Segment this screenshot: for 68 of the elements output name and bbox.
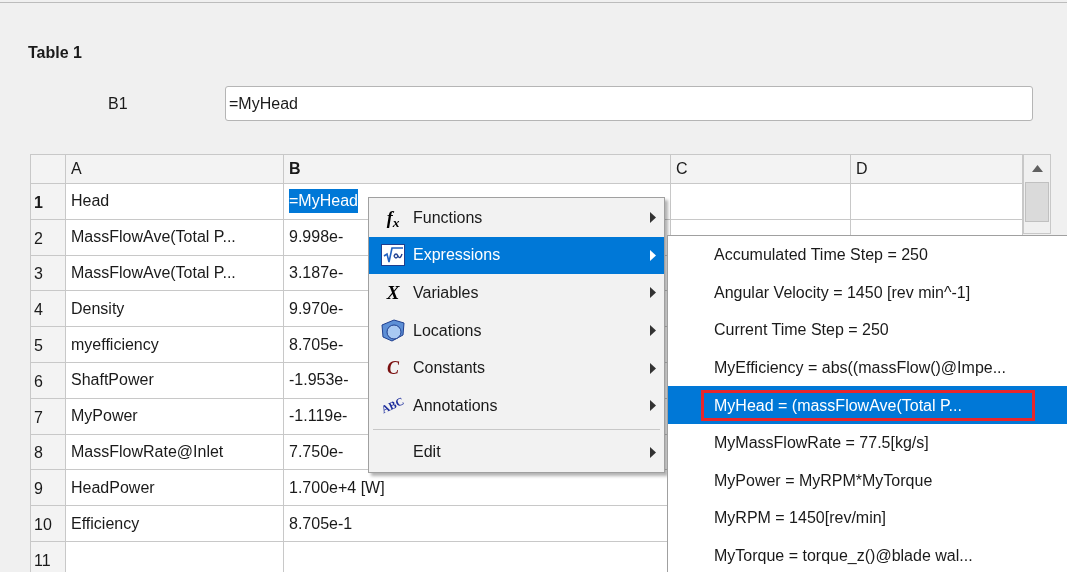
table-cell-text: Efficiency: [71, 513, 140, 534]
submenu-arrow-icon: [650, 362, 656, 374]
table-cell: =MyHead: [289, 189, 358, 214]
table-cell-text: 8.705e-: [289, 334, 344, 355]
menu-item[interactable]: C Constants: [369, 349, 664, 387]
row-header[interactable]: 6: [31, 363, 66, 399]
menu-glyph-icon: ABC: [380, 395, 406, 416]
table-cell-text: ShaftPower: [71, 370, 154, 391]
table-cell-text: -1.953e-: [289, 370, 349, 391]
cell-reference-label: B1: [108, 93, 129, 114]
table-cell-text: 8.705e-1: [289, 513, 353, 534]
square-root-icon: [381, 244, 405, 267]
menu-item[interactable]: ABC Annotations: [369, 386, 664, 425]
row-header[interactable]: 3: [31, 255, 66, 292]
submenu-arrow-icon: [650, 212, 656, 224]
row-header[interactable]: 1: [31, 184, 66, 220]
submenu-item[interactable]: MyPower = MyRPM*MyTorque: [668, 461, 1067, 500]
table-cell-text: 9.998e-: [289, 227, 344, 248]
table-cell-text: 1.700e+4 [W]: [289, 477, 385, 498]
submenu-item[interactable]: MyRPM = 1450[rev/min]: [668, 499, 1067, 537]
table-cell-text: -1.119e-: [289, 406, 348, 427]
submenu-item[interactable]: MyEfficiency = abs((massFlow()@Impe...: [668, 348, 1067, 387]
row-header[interactable]: 4: [31, 291, 66, 328]
row-header[interactable]: 10: [31, 506, 66, 542]
submenu-arrow-icon: [650, 325, 656, 337]
table-cell-text: MassFlowAve(Total P...: [71, 227, 236, 248]
panel-title: Table 1: [28, 43, 82, 63]
row-header[interactable]: 2: [31, 219, 66, 256]
table-cell-text: myefficiency: [71, 334, 159, 355]
scroll-thumb[interactable]: [1025, 182, 1049, 222]
submenu-item[interactable]: MyTorque = torque_z()@blade wal...: [668, 536, 1067, 572]
table-cell-text: MyPower: [71, 406, 138, 427]
menu-glyph-icon: f$_{x}$: [386, 208, 400, 227]
submenu-arrow-icon: [650, 400, 656, 412]
submenu-item[interactable]: MyMassFlowRate = 77.5[kg/s]: [668, 423, 1067, 462]
scroll-up-icon[interactable]: [1031, 165, 1043, 172]
table-cell-text: 3.187e-: [289, 263, 344, 283]
row-header[interactable]: 8: [31, 434, 66, 471]
table-cell-text: 9.970e-: [289, 298, 344, 319]
submenu-arrow-icon: [650, 287, 656, 299]
submenu-arrow-icon: [650, 446, 656, 458]
submenu-item[interactable]: Angular Velocity = 1450 [rev min^-1]: [668, 273, 1067, 312]
scrollbar[interactable]: [1023, 154, 1051, 234]
submenu-item[interactable]: Accumulated Time Step = 250: [668, 236, 1067, 274]
table-cell-text: Density: [71, 298, 125, 319]
row-header[interactable]: 9: [31, 470, 66, 507]
row-header[interactable]: 5: [31, 327, 66, 363]
table-cell-text: 7.750e-: [289, 441, 344, 462]
menu-item[interactable]: Expressions: [369, 236, 664, 275]
menu-glyph-icon: C: [387, 359, 399, 378]
submenu-arrow-icon: [650, 249, 656, 261]
table-cell-text: MassFlowAve(Total P...: [71, 263, 236, 283]
menu-glyph-icon: X: [386, 283, 400, 303]
submenu-item[interactable]: Current Time Step = 250: [668, 311, 1067, 349]
formula-field[interactable]: =MyHead: [225, 86, 1033, 121]
menu-item[interactable]: f$_{x}$ Functions: [369, 199, 664, 237]
column-header[interactable]: B: [284, 155, 671, 184]
row-header[interactable]: 11: [31, 541, 66, 572]
submenu-item[interactable]: MyHead = (massFlowAve(Total P...: [668, 386, 1067, 424]
row-header[interactable]: 7: [31, 398, 66, 435]
column-header[interactable]: C: [671, 155, 851, 184]
menu-item[interactable]: Edit: [369, 433, 664, 472]
menu-item[interactable]: Locations: [369, 311, 664, 350]
menu-item[interactable]: X Variables: [369, 274, 664, 312]
table-cell-text: MassFlowRate@Inlet: [71, 441, 224, 462]
column-header[interactable]: A: [66, 155, 284, 184]
table-cell-text: HeadPower: [71, 477, 155, 498]
table-cell-text: Head: [71, 191, 110, 212]
